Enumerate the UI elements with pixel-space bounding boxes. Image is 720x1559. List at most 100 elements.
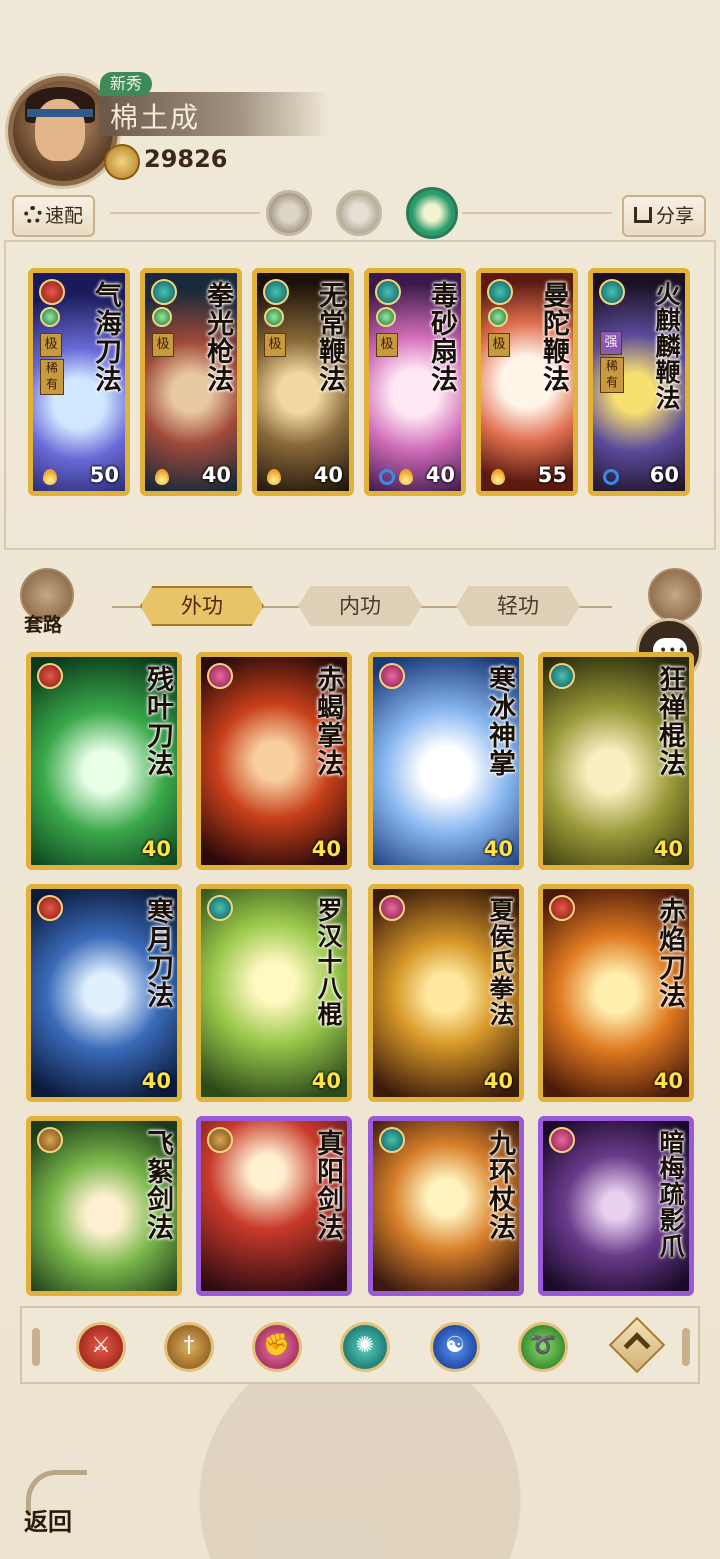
- rank-badge: 新秀: [100, 72, 153, 96]
- skill-card[interactable]: 残叶刀法 40: [26, 652, 182, 870]
- card-level: 55: [537, 463, 567, 487]
- tab-outer-skill[interactable]: 外功: [140, 586, 264, 626]
- skill-card[interactable]: 赤焰刀法 40: [538, 884, 694, 1102]
- fist-badge-icon: [379, 895, 405, 921]
- element-icon: [40, 307, 60, 327]
- equipped-card[interactable]: 极 稀有 气海刀法 50: [28, 268, 130, 496]
- equipped-card[interactable]: 极 毒砂扇法 40: [364, 268, 466, 496]
- skill-card[interactable]: 寒冰神掌 40: [368, 652, 524, 870]
- fist-filter-icon[interactable]: ✊: [252, 1322, 302, 1372]
- element-icon: [264, 307, 284, 327]
- fire-icon: [399, 469, 413, 485]
- card-title: 赤焰刀法: [654, 897, 685, 1009]
- fire-icon: [491, 469, 505, 485]
- yin-yang-filter-icon[interactable]: ☯: [430, 1322, 480, 1372]
- blade-badge-icon: [549, 895, 575, 921]
- card-title: 残叶刀法: [142, 665, 173, 777]
- blade-badge-icon: [39, 279, 65, 305]
- deck-slot-2[interactable]: [336, 190, 382, 236]
- equipped-card[interactable]: 强 稀有 火麒麟鞭法 60: [588, 268, 690, 496]
- skill-card[interactable]: 赤蝎掌法 40: [196, 652, 352, 870]
- card-title: 真阳剑法: [312, 1129, 343, 1241]
- card-title: 暗梅疏影爪: [656, 1129, 685, 1259]
- fan-badge-icon: [207, 895, 233, 921]
- card-title: 寒月刀法: [142, 897, 173, 1009]
- grade-tag: 极: [152, 333, 174, 357]
- blade-badge-icon: [37, 663, 63, 689]
- whip-filter-icon[interactable]: ➰: [518, 1322, 568, 1372]
- tab-light-skill[interactable]: 轻功: [456, 586, 580, 626]
- fan-badge-icon: [375, 279, 401, 305]
- card-level: 40: [201, 463, 231, 487]
- quick-equip-label: 速配: [45, 205, 84, 227]
- fist-badge-icon: [207, 663, 233, 689]
- share-label: 分享: [656, 205, 695, 227]
- tab-inner-skill[interactable]: 内功: [298, 586, 422, 626]
- routine-label: 套路: [24, 614, 63, 636]
- card-level: 40: [311, 1069, 341, 1093]
- card-level: 40: [483, 837, 513, 861]
- fire-icon: [43, 469, 57, 485]
- fan-badge-icon: [151, 279, 177, 305]
- card-title: 拳光枪法: [202, 281, 233, 393]
- card-title: 气海刀法: [90, 281, 121, 393]
- fan-badge-icon: [599, 279, 625, 305]
- card-title: 寒冰神掌: [484, 665, 515, 777]
- card-title: 曼陀鞭法: [538, 281, 569, 393]
- blade-filter-icon[interactable]: ⚔: [76, 1322, 126, 1372]
- card-title: 毒砂扇法: [426, 281, 457, 393]
- fan-filter-icon[interactable]: ✺: [340, 1322, 390, 1372]
- card-title: 无常鞭法: [314, 281, 345, 393]
- skill-card[interactable]: 夏侯氏拳法 40: [368, 884, 524, 1102]
- card-title: 火麒麟鞭法: [652, 281, 681, 411]
- deck-slot-1[interactable]: [266, 190, 312, 236]
- equipped-card[interactable]: 极 无常鞭法 40: [252, 268, 354, 496]
- card-level: 50: [89, 463, 119, 487]
- quick-equip-button[interactable]: 速配: [12, 195, 96, 237]
- power-value: 29826: [144, 145, 228, 173]
- card-title: 罗汉十八棍: [314, 897, 343, 1027]
- gear-icon: [24, 206, 42, 224]
- share-icon: [634, 207, 652, 223]
- back-label: 返回: [24, 1507, 72, 1536]
- grade-tag: 极: [264, 333, 286, 357]
- rarity-tag: 稀有: [40, 359, 64, 395]
- skill-card[interactable]: 暗梅疏影爪: [538, 1116, 694, 1296]
- fan-badge-icon: [263, 279, 289, 305]
- sword-badge-icon: [207, 1127, 233, 1153]
- equipped-card[interactable]: 极 曼陀鞭法 55: [476, 268, 578, 496]
- filter-rail-right: [682, 1328, 690, 1366]
- blade-badge-icon: [37, 895, 63, 921]
- fist-badge-icon: [549, 1127, 575, 1153]
- equipped-card[interactable]: 极 拳光枪法 40: [140, 268, 242, 496]
- swirl-icon: [603, 469, 619, 485]
- element-icon: [376, 307, 396, 327]
- deck-slot-3[interactable]: [406, 187, 458, 239]
- skill-card[interactable]: 寒月刀法 40: [26, 884, 182, 1102]
- sword-filter-icon[interactable]: †: [164, 1322, 214, 1372]
- skill-card[interactable]: 真阳剑法: [196, 1116, 352, 1296]
- card-title: 飞絮剑法: [142, 1129, 173, 1241]
- power-icon: [104, 144, 140, 180]
- card-level: 40: [311, 837, 341, 861]
- back-button[interactable]: 返回: [20, 1470, 87, 1536]
- grade-tag: 极: [488, 333, 510, 357]
- swirl-icon: [379, 469, 395, 485]
- grade-tag: 极: [376, 333, 398, 357]
- card-level: 40: [425, 463, 455, 487]
- grade-tag: 极: [40, 333, 62, 357]
- fist-badge-icon: [379, 663, 405, 689]
- player-name: 棉土成: [110, 101, 201, 134]
- skill-card[interactable]: 九环杖法: [368, 1116, 524, 1296]
- mindset-button[interactable]: [648, 568, 702, 622]
- skill-card[interactable]: 飞絮剑法: [26, 1116, 182, 1296]
- skill-card[interactable]: 狂禅棍法 40: [538, 652, 694, 870]
- skill-card[interactable]: 罗汉十八棍 40: [196, 884, 352, 1102]
- card-level: 40: [313, 463, 343, 487]
- card-level: 40: [653, 1069, 683, 1093]
- filter-rail-left: [32, 1328, 40, 1366]
- fan-badge-icon: [379, 1127, 405, 1153]
- fan-badge-icon: [487, 279, 513, 305]
- share-button[interactable]: 分享: [622, 195, 707, 237]
- card-title: 狂禅棍法: [654, 665, 685, 777]
